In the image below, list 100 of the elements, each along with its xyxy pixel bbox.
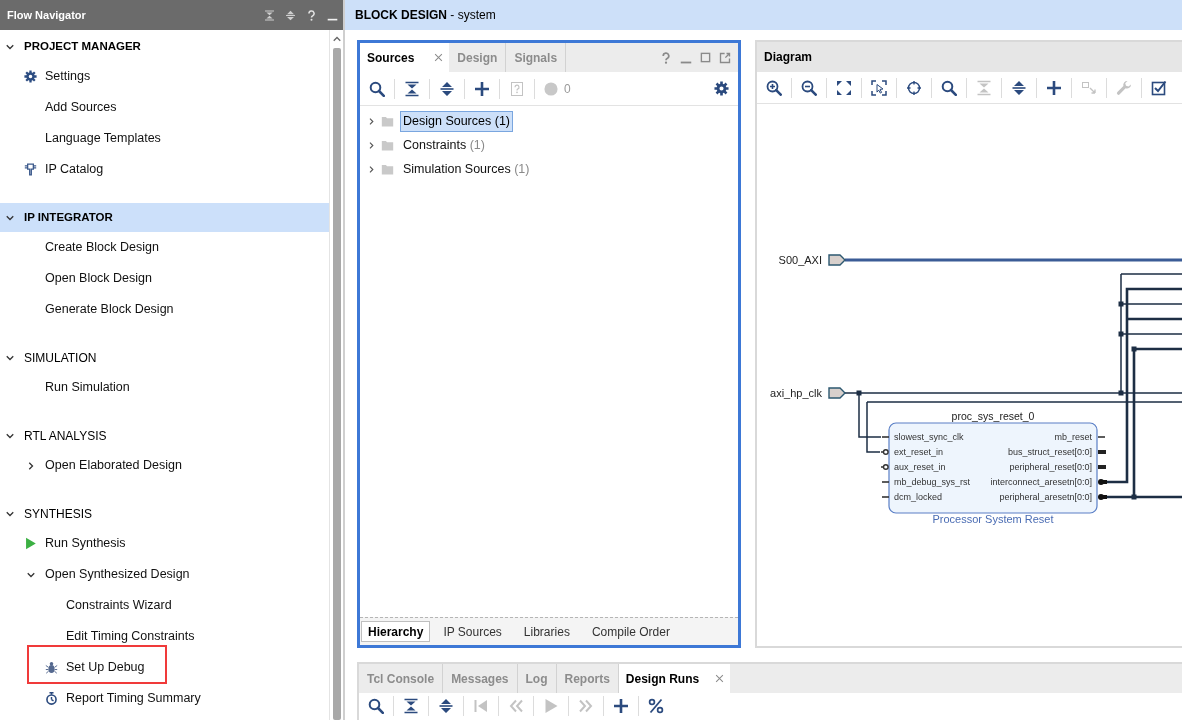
nav-item[interactable]: Generate Block Design [45, 300, 174, 319]
nav-item[interactable]: Settings [24, 67, 91, 86]
zoom-in-icon[interactable] [766, 79, 782, 96]
port-label: axi_hp_clk [770, 387, 822, 399]
nav-item[interactable]: Constraints Wizard [66, 596, 172, 615]
nav-item[interactable]: Run Simulation [45, 378, 130, 397]
chevron-icon[interactable] [27, 461, 35, 470]
nav-item[interactable]: IP Catalog [24, 160, 104, 179]
stopwatch-icon [45, 692, 58, 705]
pin-icon [880, 449, 889, 455]
chevron-icon[interactable] [6, 42, 14, 51]
expand-all-icon[interactable] [438, 698, 454, 714]
float-window-icon[interactable] [719, 51, 731, 64]
panel-title: Flow Navigator [7, 7, 86, 23]
chevron-icon[interactable] [6, 353, 14, 362]
port-icon [828, 254, 846, 266]
nav-item[interactable]: Open Block Design [45, 269, 152, 288]
view-title: BLOCK DESIGN - system [355, 7, 496, 24]
panel-title: Diagram [764, 49, 813, 66]
folder-icon [381, 114, 394, 128]
maximize-icon[interactable] [700, 52, 711, 63]
nav-item[interactable]: Add Sources [45, 98, 117, 117]
area-select-icon[interactable] [871, 79, 887, 96]
crosshair-icon[interactable] [906, 79, 922, 96]
nav-item[interactable]: Set Up Debug [45, 658, 145, 677]
expand-all-icon[interactable] [1011, 79, 1027, 96]
zoom-out-icon[interactable] [801, 79, 817, 96]
pin-label: dcm_locked [894, 492, 943, 503]
folder-icon [381, 138, 394, 152]
fit-view-icon[interactable] [836, 79, 852, 96]
pin-label: interconnect_aresetn[0:0] [990, 477, 1092, 488]
plug-icon [24, 163, 37, 176]
nav-item[interactable]: Edit Timing Constraints [66, 627, 195, 646]
chevron-icon[interactable] [368, 141, 375, 149]
plus-icon[interactable] [1046, 79, 1062, 96]
pin-icon [1098, 479, 1107, 485]
gear-icon [24, 70, 37, 83]
tree-item[interactable]: Simulation Sources (1) [400, 158, 533, 180]
checkbox-tick-icon[interactable] [1151, 79, 1167, 96]
section-header[interactable]: RTL ANALYSIS [0, 421, 329, 450]
help-icon[interactable] [660, 51, 672, 64]
pin-icon [1098, 465, 1106, 469]
scroll-up-icon[interactable] [332, 35, 341, 43]
chevron-icon[interactable] [6, 431, 14, 440]
settings-icon[interactable] [714, 81, 729, 96]
play-icon [24, 537, 37, 550]
chevron-icon[interactable] [6, 509, 14, 518]
nav-item[interactable]: Create Block Design [45, 238, 159, 257]
tab[interactable]: IP Sources [434, 621, 511, 642]
nav-item[interactable]: Report Timing Summary [45, 689, 201, 708]
pin-icon [1098, 450, 1106, 454]
section-header[interactable]: PROJECT MANAGER [0, 32, 329, 61]
pin-label: peripheral_reset[0:0] [1009, 462, 1092, 473]
port-label: S00_AXI [778, 254, 822, 266]
collapse-all-icon[interactable] [403, 698, 419, 714]
section-header[interactable]: SYNTHESIS [0, 499, 329, 528]
pin-label: mb_reset [1054, 432, 1092, 443]
close-icon[interactable] [434, 53, 444, 62]
nav-item[interactable]: Open Synthesized Design [27, 565, 190, 584]
search-icon[interactable] [368, 698, 384, 714]
chevron-icon[interactable] [368, 165, 375, 173]
plus-icon[interactable] [474, 80, 490, 97]
close-icon[interactable] [715, 674, 725, 683]
folder-icon [381, 162, 394, 176]
pin-label: ext_reset_in [894, 447, 944, 458]
tree-item[interactable]: Constraints (1) [400, 134, 488, 156]
search-icon[interactable] [941, 79, 957, 96]
section-header[interactable]: SIMULATION [0, 343, 329, 372]
nav-item[interactable]: Open Elaborated Design [27, 456, 182, 475]
tree-item[interactable]: Design Sources (1) [400, 110, 513, 132]
bug-icon [45, 661, 58, 674]
tab[interactable]: Hierarchy [361, 621, 431, 642]
pin-label: peripheral_aresetn[0:0] [999, 492, 1092, 503]
scrollbar-thumb[interactable] [332, 48, 341, 720]
expand-all-icon[interactable] [439, 80, 455, 97]
message-count: 0 [564, 80, 571, 98]
port-icon [828, 387, 846, 399]
pin-label: mb_debug_sys_rst [894, 477, 971, 488]
pin-label: bus_struct_reset[0:0] [1007, 447, 1092, 458]
search-icon[interactable] [369, 80, 385, 97]
pin-label: aux_reset_in [894, 462, 946, 473]
pin-label: slowest_sync_clk [894, 432, 964, 443]
tab[interactable]: Libraries [514, 621, 579, 642]
chevron-icon[interactable] [6, 213, 14, 222]
section-header[interactable]: IP INTEGRATOR [0, 203, 329, 232]
plus-icon[interactable] [613, 698, 629, 714]
chevron-icon[interactable] [27, 570, 35, 579]
tab[interactable]: Compile Order [582, 621, 679, 642]
block-name: proc_sys_reset_0 [951, 410, 1035, 422]
tab[interactable]: Sources [360, 43, 450, 72]
pin-icon [880, 464, 889, 470]
collapse-all-icon[interactable] [404, 80, 420, 97]
nav-item[interactable]: Run Synthesis [24, 534, 126, 553]
tab[interactable]: Design Runs [618, 664, 731, 693]
nav-item[interactable]: Language Templates [45, 129, 161, 148]
pin-icon [1098, 494, 1107, 500]
chevron-icon[interactable] [368, 117, 375, 125]
help-icon[interactable] [306, 9, 317, 21]
block-type-label: Processor System Reset [932, 513, 1054, 525]
percent-icon[interactable] [648, 698, 664, 714]
